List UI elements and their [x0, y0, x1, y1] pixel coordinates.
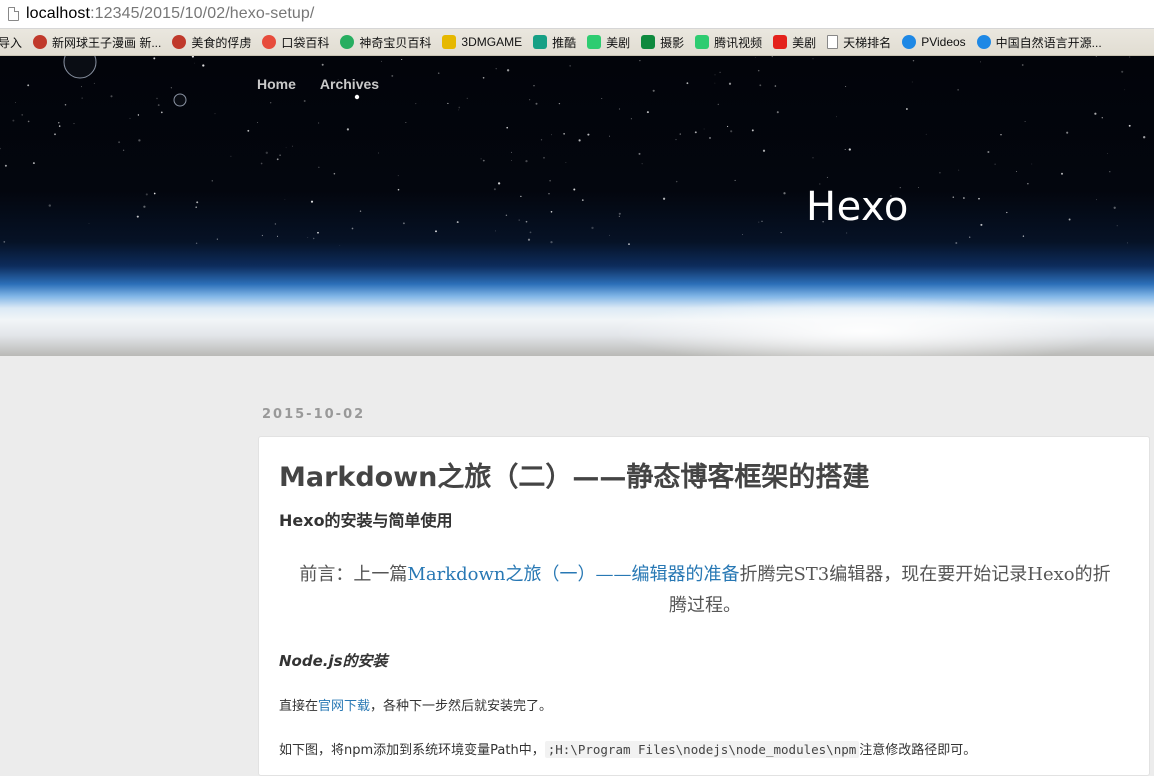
- bookmark-item[interactable]: 美剧: [587, 34, 630, 51]
- nav-home-link[interactable]: Home: [257, 76, 296, 92]
- post-card: Markdown之旅（二）——静态博客框架的搭建 Hexo的安装与简单使用 前言…: [258, 436, 1150, 776]
- bookmark-item[interactable]: 推酷: [533, 34, 576, 51]
- url-text[interactable]: localhost:12345/2015/10/02/hexo-setup/: [26, 5, 314, 23]
- url-host: localhost: [26, 5, 91, 22]
- bookmark-label: PVideos: [921, 35, 966, 49]
- bookmark-label: 神奇宝贝百科: [359, 35, 432, 50]
- post-date: 2015-10-02: [262, 407, 366, 422]
- bookmark-label: 3DMGAME: [461, 35, 523, 49]
- section-heading-nodejs: Node.js的安装: [279, 652, 388, 670]
- zhihu-icon: [641, 35, 656, 49]
- hero-banner: Home Archives Hexo: [0, 56, 1154, 356]
- url-path: :12345/2015/10/02/hexo-setup/: [90, 5, 315, 22]
- bookmark-item[interactable]: 中国自然语言开源...: [976, 34, 1102, 51]
- p2-suffix: 注意修改路径即可。: [859, 743, 977, 758]
- bookmark-label: 天梯排名: [843, 35, 892, 50]
- paragraph-path: 如下图，将npm添加到系统环境变量Path中， ;H:\Program Files…: [279, 739, 976, 758]
- bookmark-label: 口袋百科: [281, 35, 330, 50]
- previous-post-link[interactable]: Markdown之旅（一）——编辑器的准备: [407, 564, 739, 585]
- bookmarks-bar: 导入 新网球王子漫画 新... 美食的俘虏 口袋百科 神奇宝贝百科 3DMGAME 推酷 美剧…: [0, 29, 1154, 56]
- bookmark-item[interactable]: 导入: [0, 34, 22, 51]
- quote-prefix: 前言：上一篇: [299, 564, 408, 585]
- post-intro-quote: 前言：上一篇Markdown之旅（一）——编辑器的准备折腾完ST3编辑器，现在要…: [299, 559, 1111, 621]
- blue-circle-icon: [976, 35, 991, 49]
- starfield-graphic: [0, 56, 1146, 247]
- letv-icon: [773, 35, 788, 49]
- bookmark-label: 中国自然语言开源...: [995, 35, 1102, 50]
- address-bar[interactable]: localhost:12345/2015/10/02/hexo-setup/: [0, 0, 1154, 29]
- bookmark-label: 美剧: [792, 35, 817, 50]
- official-download-link[interactable]: 官网下载: [318, 699, 370, 714]
- headphones-icon: [902, 35, 917, 49]
- bookmark-label: 腾讯视频: [714, 35, 763, 50]
- site-title[interactable]: Hexo: [806, 184, 909, 230]
- manga-icon: [33, 35, 48, 49]
- post-title: Markdown之旅（二）——静态博客框架的搭建: [279, 462, 870, 493]
- p1-suffix: ，各种下一步然后就安装完了。: [370, 699, 553, 714]
- path-code: ;H:\Program Files\nodejs\node_modules\np…: [544, 741, 860, 758]
- tuicool-icon: [533, 35, 548, 49]
- p2-prefix: 如下图，将npm添加到系统环境变量Path中，: [279, 743, 545, 758]
- bookmark-item[interactable]: 3DMGAME: [442, 35, 522, 49]
- post-subtitle: Hexo的安装与简单使用: [279, 511, 453, 530]
- bookmark-item[interactable]: 天梯排名: [827, 34, 891, 51]
- paragraph-download: 直接在官网下载，各种下一步然后就安装完了。: [279, 695, 552, 714]
- p1-prefix: 直接在: [279, 699, 319, 714]
- bookmark-item[interactable]: 口袋百科: [262, 34, 329, 51]
- bookmark-label: 推酷: [552, 35, 577, 50]
- bookmark-label: 导入: [0, 35, 23, 50]
- game-icon: [442, 35, 457, 49]
- document-icon: [827, 35, 839, 49]
- page-icon: [8, 7, 19, 21]
- bookmark-item[interactable]: 新网球王子漫画 新...: [33, 34, 161, 51]
- pokeball-icon: [340, 35, 355, 49]
- bookmark-label: 新网球王子漫画 新...: [52, 35, 162, 50]
- bookmark-item[interactable]: 摄影: [641, 34, 684, 51]
- bookmark-item[interactable]: 美剧: [773, 34, 816, 51]
- bookmark-label: 美剧: [606, 35, 631, 50]
- play-icon: [695, 35, 710, 49]
- bookmark-item[interactable]: 腾讯视频: [695, 34, 762, 51]
- manga-icon: [172, 35, 187, 49]
- pokeball-icon: [262, 35, 277, 49]
- nav-archives-link[interactable]: Archives: [320, 76, 379, 92]
- bookmark-item[interactable]: 美食的俘虏: [172, 34, 251, 51]
- bookmark-label: 摄影: [660, 35, 685, 50]
- bookmark-item[interactable]: 神奇宝贝百科: [340, 34, 431, 51]
- bookmark-item[interactable]: PVideos: [902, 35, 966, 49]
- play-icon: [587, 35, 602, 49]
- main-nav: Home Archives: [257, 76, 379, 92]
- bookmark-label: 美食的俘虏: [191, 35, 252, 50]
